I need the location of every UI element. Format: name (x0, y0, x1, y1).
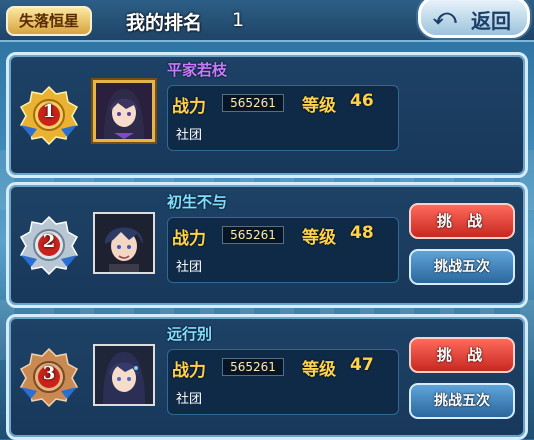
guild-label: 社团 (176, 260, 203, 275)
guild-label: 社团 (176, 392, 203, 407)
player-info-panel: 战力 565261 等级 47 社团 (167, 349, 399, 415)
power-value: 565261 (222, 226, 284, 244)
challenge-five-button[interactable]: 挑战五次 (409, 383, 515, 419)
power-label: 战力 (172, 229, 206, 249)
player-avatar[interactable] (93, 212, 155, 274)
player-name: 平家若枝 (167, 61, 228, 79)
rank-number: 3 (42, 363, 56, 384)
my-rank-title: 我的排名 (126, 12, 203, 34)
level-label: 等级 (302, 360, 336, 380)
rank-card-2: 2 初生不与 战力 565261 等级 48 社团 挑 战 挑战五次 (6, 182, 528, 308)
rank-number: 1 (42, 101, 56, 122)
level-value: 46 (350, 91, 374, 111)
guild-label: 社团 (176, 128, 203, 143)
back-button-label: 返回 (471, 9, 511, 33)
level-label: 等级 (302, 228, 336, 248)
player-name: 初生不与 (167, 193, 228, 211)
player-info-panel: 战力 565261 等级 46 社团 (167, 85, 399, 151)
challenge-button[interactable]: 挑 战 (409, 337, 515, 373)
power-value: 565261 (222, 358, 284, 376)
player-avatar[interactable] (93, 80, 155, 142)
back-button[interactable]: ⤺ 返回 (418, 0, 530, 38)
player-name: 远行别 (167, 325, 213, 343)
rank-card-3: 3 远行别 战力 565261 等级 47 社团 挑 战 挑战五次 (6, 314, 528, 440)
rank-number: 2 (42, 231, 56, 252)
level-value: 48 (350, 223, 374, 243)
level-value: 47 (350, 355, 374, 375)
lost-star-tab[interactable]: 失落恒星 (6, 6, 92, 36)
power-value: 565261 (222, 94, 284, 112)
avatar-portrait-icon (96, 83, 152, 139)
challenge-button[interactable]: 挑 战 (409, 203, 515, 239)
power-label: 战力 (172, 97, 206, 117)
challenge-five-button[interactable]: 挑战五次 (409, 249, 515, 285)
player-info-panel: 战力 565261 等级 48 社团 (167, 217, 399, 283)
player-avatar[interactable] (93, 344, 155, 406)
level-label: 等级 (302, 96, 336, 116)
back-arrow-icon: ⤺ (433, 5, 457, 30)
power-label: 战力 (172, 361, 206, 381)
avatar-portrait-icon (95, 214, 153, 272)
my-rank-value: 1 (232, 9, 245, 31)
rank-card-1: 1 平家若枝 战力 565261 等级 46 社团 (6, 52, 528, 178)
avatar-portrait-icon (95, 346, 153, 404)
